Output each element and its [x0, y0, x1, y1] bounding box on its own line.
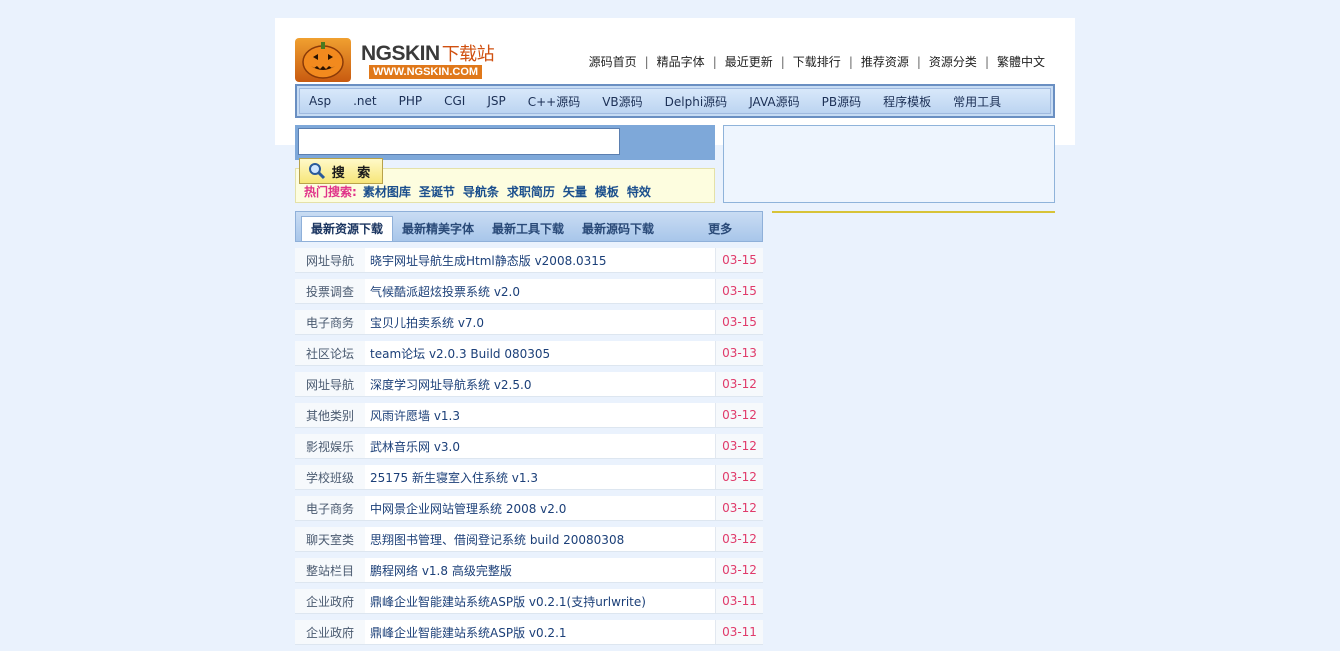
tab-item[interactable]: 最新精美字体	[393, 217, 483, 241]
item-title[interactable]: 武林音乐网 v3.0	[365, 434, 715, 458]
hot-searches: 热门搜索: 素材图库 圣诞节 导航条 求职简历 矢量 模板 特效	[304, 183, 659, 200]
hot-search-link[interactable]: 模板	[595, 183, 619, 200]
category-link[interactable]: JAVA源码	[739, 93, 809, 110]
list-item: 其他类别 风雨许愿墙 v1.3 03-12	[295, 403, 763, 428]
item-category[interactable]: 整站栏目	[295, 562, 365, 579]
item-title[interactable]: 深度学习网址导航系统 v2.5.0	[365, 372, 715, 396]
item-date: 03-11	[715, 620, 763, 644]
site-logo[interactable]: NGSKIN 下载站 WWW.NGSKIN.COM	[295, 38, 515, 82]
item-date: 03-12	[715, 465, 763, 489]
item-category[interactable]: 聊天室类	[295, 531, 365, 548]
item-date: 03-15	[715, 279, 763, 303]
search-input[interactable]	[298, 128, 620, 155]
list-item: 网址导航 晓宇网址导航生成Html静态版 v2008.0315 03-15	[295, 248, 763, 273]
item-title[interactable]: 25175 新生寝室入住系统 v1.3	[365, 465, 715, 489]
tab-item[interactable]: 最新工具下载	[483, 217, 573, 241]
list-item: 学校班级 25175 新生寝室入住系统 v1.3 03-12	[295, 465, 763, 490]
list-item: 社区论坛 team论坛 v2.0.3 Build 080305 03-13	[295, 341, 763, 366]
item-title[interactable]: 中网景企业网站管理系统 2008 v2.0	[365, 496, 715, 520]
category-link[interactable]: VB源码	[592, 93, 652, 110]
ad-box	[723, 125, 1055, 203]
item-category[interactable]: 其他类别	[295, 407, 365, 424]
top-nav: 源码首页 | 精品字体 | 最近更新 | 下载排行 | 推荐资源 | 资源分类 | 繁體中文	[581, 53, 1053, 70]
logo-url: WWW.NGSKIN.COM	[369, 65, 483, 79]
item-date: 03-13	[715, 341, 763, 365]
category-bar: Asp .net PHP CGI JSP C++源码 VB源码 Delphi源码 JAVA源码 P…	[295, 84, 1055, 118]
item-date: 03-15	[715, 310, 763, 334]
resource-list: 网址导航 晓宇网址导航生成Html静态版 v2008.0315 03-15 投票调查气…	[295, 248, 763, 651]
tab-more[interactable]: 更多	[699, 217, 741, 241]
list-item: 网址导航 深度学习网址导航系统 v2.5.0 03-12	[295, 372, 763, 397]
item-title[interactable]: 鼎峰企业智能建站系统ASP版 v0.2.1	[365, 620, 715, 644]
item-category[interactable]: 网址导航	[295, 252, 365, 269]
item-title[interactable]: 鹏程网络 v1.8 高级完整版	[365, 558, 715, 582]
hot-search-link[interactable]: 圣诞节	[419, 183, 455, 200]
item-date: 03-11	[715, 589, 763, 613]
top-nav-link[interactable]: 最近更新	[717, 53, 781, 70]
item-title[interactable]: 晓宇网址导航生成Html静态版 v2008.0315	[365, 248, 715, 272]
item-category[interactable]: 企业政府	[295, 593, 365, 610]
category-link[interactable]: 常用工具	[943, 93, 1011, 110]
item-title[interactable]: 气候酷派超炫投票系统 v2.0	[365, 279, 715, 303]
item-date: 03-12	[715, 527, 763, 551]
item-title[interactable]: 宝贝儿拍卖系统 v7.0	[365, 310, 715, 334]
list-item: 电子商务 宝贝儿拍卖系统 v7.0 03-15	[295, 310, 763, 335]
category-link[interactable]: PB源码	[812, 93, 871, 110]
category-link[interactable]: JSP	[477, 94, 515, 108]
item-date: 03-12	[715, 496, 763, 520]
item-category[interactable]: 社区论坛	[295, 345, 365, 362]
hot-search-link[interactable]: 特效	[627, 183, 651, 200]
item-date: 03-12	[715, 372, 763, 396]
item-category[interactable]: 企业政府	[295, 624, 365, 641]
item-category[interactable]: 网址导航	[295, 376, 365, 393]
category-link[interactable]: PHP	[389, 94, 433, 108]
top-nav-link[interactable]: 下载排行	[785, 53, 849, 70]
item-title[interactable]: 风雨许愿墙 v1.3	[365, 403, 715, 427]
item-title[interactable]: team论坛 v2.0.3 Build 080305	[365, 341, 715, 365]
tab-item[interactable]: 最新资源下载	[301, 216, 394, 241]
top-nav-link[interactable]: 精品字体	[649, 53, 713, 70]
list-item: 投票调查 气候酷派超炫投票系统 v2.0 03-15	[295, 279, 763, 304]
item-category[interactable]: 影视娱乐	[295, 438, 365, 455]
item-date: 03-12	[715, 558, 763, 582]
item-date: 03-12	[715, 434, 763, 458]
hot-search-link[interactable]: 求职简历	[507, 183, 555, 200]
category-link[interactable]: CGI	[434, 94, 475, 108]
list-item: 企业政府 鼎峰企业智能建站系统ASP版 v0.2.1(支持urlwrite) 03-…	[295, 589, 763, 614]
item-date: 03-15	[715, 248, 763, 272]
hot-search-link[interactable]: 导航条	[463, 183, 499, 200]
item-category[interactable]: 投票调查	[295, 283, 365, 300]
item-category[interactable]: 电子商务	[295, 500, 365, 517]
hot-search-link[interactable]: 素材图库	[363, 183, 411, 200]
category-link[interactable]: C++源码	[518, 93, 591, 110]
category-link[interactable]: Asp	[299, 94, 341, 108]
category-link[interactable]: .net	[343, 94, 387, 108]
logo-brand: NGSKIN 下载站	[361, 42, 495, 65]
top-nav-link[interactable]: 繁體中文	[989, 53, 1053, 70]
tab-item[interactable]: 最新源码下载	[573, 217, 663, 241]
item-category[interactable]: 电子商务	[295, 314, 365, 331]
search-button[interactable]: 搜 索	[299, 158, 383, 184]
magnifier-icon	[308, 163, 325, 180]
pumpkin-icon	[295, 38, 351, 82]
list-item: 影视娱乐 武林音乐网 v3.0 03-12	[295, 434, 763, 459]
item-date: 03-12	[715, 403, 763, 427]
category-link[interactable]: 程序模板	[873, 93, 941, 110]
divider	[772, 211, 1055, 213]
top-nav-link[interactable]: 资源分类	[921, 53, 985, 70]
hot-search-label: 热门搜索:	[304, 185, 357, 199]
item-title[interactable]: 鼎峰企业智能建站系统ASP版 v0.2.1(支持urlwrite)	[365, 589, 715, 613]
list-item: 聊天室类 思翔图书管理、借阅登记系统 build 20080308 03-12	[295, 527, 763, 552]
item-title[interactable]: 思翔图书管理、借阅登记系统 build 20080308	[365, 527, 715, 551]
resource-tabs: 最新资源下载 最新精美字体 最新工具下载 最新源码下载 更多	[295, 211, 763, 242]
item-category[interactable]: 学校班级	[295, 469, 365, 486]
top-nav-link[interactable]: 推荐资源	[853, 53, 917, 70]
list-item: 电子商务 中网景企业网站管理系统 2008 v2.0 03-12	[295, 496, 763, 521]
category-link[interactable]: Delphi源码	[655, 93, 738, 110]
search-panel: 搜 索 热门搜索: 素材图库 圣诞节 导航条 求职简历 矢量 模板 特效	[295, 125, 715, 203]
hot-search-link[interactable]: 矢量	[563, 183, 587, 200]
top-nav-link[interactable]: 源码首页	[581, 53, 645, 70]
list-item: 整站栏目 鹏程网络 v1.8 高级完整版 03-12	[295, 558, 763, 583]
